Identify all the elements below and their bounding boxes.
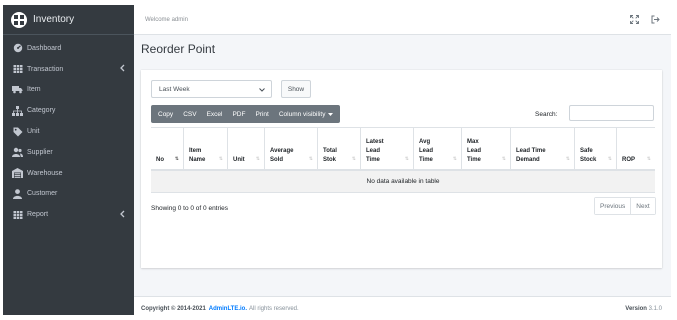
- show-button[interactable]: Show: [281, 80, 311, 98]
- warehouse-icon: [12, 168, 23, 179]
- warehouse-logo-icon: [11, 11, 27, 28]
- sidebar-item-item[interactable]: Item: [3, 80, 134, 101]
- column-header-avg-lead-time[interactable]: Avg Lead Time ⇅: [414, 128, 462, 170]
- table-icon: [12, 64, 23, 75]
- csv-button[interactable]: CSV: [178, 105, 201, 123]
- sort-icon: ⇅: [607, 156, 612, 162]
- content-wrapper: Reorder Point Last Week Show Copy CSV Ex…: [134, 35, 671, 296]
- chevron-left-icon: [120, 210, 125, 219]
- report-card: Last Week Show Copy CSV Excel PDF Print …: [141, 70, 662, 268]
- page-title: Reorder Point: [141, 42, 216, 56]
- period-select[interactable]: Last Week: [151, 80, 272, 98]
- rop-table: No ⇅ Item Name ⇅ Unit ⇅ Average Sold ⇅ Total…: [151, 127, 655, 193]
- brand-text: Inventory: [33, 14, 75, 25]
- chevron-down-icon: [259, 87, 265, 94]
- sort-icon: ⇅: [565, 156, 570, 162]
- column-header-rop[interactable]: ROP ⇅: [617, 128, 655, 170]
- sidebar-item-label: Transaction: [27, 65, 64, 73]
- sidebar-item-supplier[interactable]: Supplier: [3, 142, 134, 163]
- print-button[interactable]: Print: [250, 105, 273, 123]
- dashboard-icon: [12, 43, 23, 54]
- sidebar-item-label: Item: [27, 86, 41, 94]
- excel-button[interactable]: Excel: [202, 105, 228, 123]
- column-header-safe-stock[interactable]: Safe Stock ⇅: [575, 128, 617, 170]
- brand-link[interactable]: Inventory: [3, 5, 134, 35]
- column-header-average-sold[interactable]: Average Sold ⇅: [265, 128, 318, 170]
- logout-icon[interactable]: [651, 15, 660, 26]
- previous-button[interactable]: Previous: [595, 198, 632, 214]
- sort-icon: ⇅: [255, 156, 260, 162]
- column-header-lead-time-demand[interactable]: Lead Time Demand ⇅: [511, 128, 575, 170]
- welcome-text: Welcome admin: [145, 16, 188, 23]
- sidebar: Inventory Dashboard Transaction Item Cat…: [3, 5, 134, 315]
- column-header-max-lead-time[interactable]: Max Lead Time ⇅: [462, 128, 511, 170]
- users-icon: [12, 147, 23, 158]
- sitemap-icon: [12, 105, 23, 116]
- version-label: Version: [625, 305, 647, 312]
- next-button[interactable]: Next: [631, 198, 655, 214]
- tag-icon: [12, 126, 23, 137]
- sort-icon: ⇅: [351, 156, 356, 162]
- expand-icon[interactable]: [630, 15, 639, 26]
- sidebar-item-label: Report: [27, 211, 49, 219]
- sidebar-item-label: Customer: [27, 190, 58, 198]
- column-visibility-label: Column visibility: [278, 110, 326, 118]
- empty-table-row: No data available in table: [151, 171, 655, 193]
- main-footer: Copyright © 2014-2021 AdminLTE.io. All r…: [134, 296, 671, 320]
- sidebar-nav: Dashboard Transaction Item Category Unit…: [3, 35, 134, 225]
- sidebar-item-warehouse[interactable]: Warehouse: [3, 163, 134, 184]
- version-info: Version 3.1.0: [625, 306, 662, 312]
- sort-icon: ⇅: [218, 156, 223, 162]
- column-header-item-name[interactable]: Item Name ⇅: [184, 128, 228, 170]
- export-button-group: Copy CSV Excel PDF Print Column visibili…: [151, 105, 341, 123]
- caret-down-icon: [328, 112, 334, 116]
- sidebar-item-dashboard[interactable]: Dashboard: [3, 38, 134, 59]
- sort-asc-icon: ⇅: [174, 156, 179, 162]
- sort-icon: ⇅: [404, 156, 409, 162]
- search-label: Search:: [535, 111, 558, 118]
- sort-icon: ⇅: [646, 156, 651, 162]
- pagination: Previous Next: [594, 197, 656, 215]
- user-icon: [12, 188, 23, 199]
- sidebar-item-category[interactable]: Category: [3, 100, 134, 121]
- column-visibility-button[interactable]: Column visibility: [274, 105, 341, 123]
- sort-icon: ⇅: [452, 156, 457, 162]
- search-input[interactable]: [569, 105, 654, 121]
- sidebar-item-label: Unit: [27, 128, 40, 136]
- sidebar-item-label: Warehouse: [27, 169, 63, 177]
- column-header-total-stok[interactable]: Total Stok ⇅: [318, 128, 361, 170]
- rights-text: All rights reserved.: [249, 305, 299, 312]
- sidebar-item-label: Category: [27, 107, 56, 115]
- sort-icon: ⇅: [501, 156, 506, 162]
- chevron-left-icon: [120, 64, 125, 74]
- sidebar-item-transaction[interactable]: Transaction: [3, 59, 134, 80]
- sidebar-item-label: Dashboard: [27, 44, 62, 52]
- version-number: 3.1.0: [648, 305, 662, 312]
- truck-icon: [12, 84, 23, 95]
- table-icon: [12, 209, 23, 220]
- sidebar-item-label: Supplier: [27, 148, 53, 156]
- adminlte-link[interactable]: AdminLTE.io.: [209, 306, 247, 312]
- sidebar-item-report[interactable]: Report: [3, 204, 134, 225]
- copy-button[interactable]: Copy: [151, 105, 178, 123]
- column-header-latest-lead-time[interactable]: Latest Lead Time ⇅: [361, 128, 414, 170]
- sort-icon: ⇅: [308, 156, 313, 162]
- column-header-unit[interactable]: Unit ⇅: [228, 128, 265, 170]
- period-select-value: Last Week: [159, 85, 190, 93]
- copyright-text: Copyright © 2014-2021: [141, 305, 206, 312]
- top-navbar: Welcome admin: [134, 5, 671, 35]
- table-info: Showing 0 to 0 of 0 entries: [151, 205, 228, 212]
- column-header-no[interactable]: No ⇅: [151, 128, 184, 170]
- pdf-button[interactable]: PDF: [227, 105, 250, 123]
- sidebar-item-customer[interactable]: Customer: [3, 184, 134, 205]
- sidebar-item-unit[interactable]: Unit: [3, 121, 134, 142]
- table-header: No ⇅ Item Name ⇅ Unit ⇅ Average Sold ⇅ Total…: [151, 127, 655, 171]
